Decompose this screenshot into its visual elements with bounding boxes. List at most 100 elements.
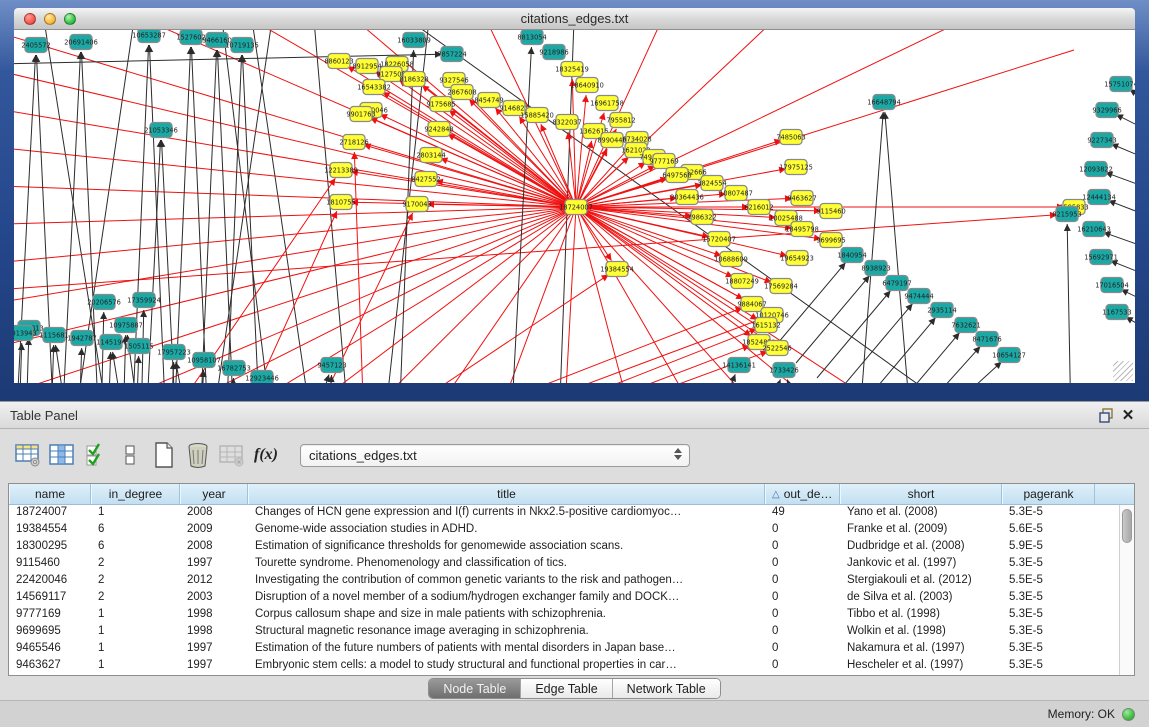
network-node[interactable]: 7955812: [606, 113, 635, 128]
network-node[interactable]: 8427552: [411, 172, 440, 187]
scrollbar-thumb[interactable]: [1122, 509, 1132, 543]
table-row[interactable]: 911546021997Tourette syndrome. Phenomeno…: [9, 556, 1119, 573]
float-panel-icon[interactable]: [1095, 405, 1117, 425]
network-node[interactable]: 8938923: [861, 261, 890, 276]
network-node[interactable]: 2405572: [21, 38, 50, 53]
network-node[interactable]: 10654127: [992, 348, 1026, 363]
delete-column-button[interactable]: [182, 439, 214, 471]
network-node[interactable]: 2935114: [927, 303, 956, 318]
network-node[interactable]: 12923446: [245, 371, 279, 384]
tab-edge-table[interactable]: Edge Table: [521, 679, 612, 698]
network-node[interactable]: 9457123: [317, 358, 346, 373]
network-canvas[interactable]: 1872400718226058891295488601239127508818…: [14, 30, 1135, 383]
network-node[interactable]: 1145194: [96, 335, 125, 350]
column-header-name[interactable]: name: [9, 484, 91, 504]
close-panel-icon[interactable]: ✕: [1117, 405, 1139, 425]
network-node[interactable]: 14136141: [722, 358, 756, 373]
network-node[interactable]: 7485063: [776, 130, 805, 145]
network-node[interactable]: 2718126: [339, 135, 368, 150]
network-node[interactable]: 6479197: [882, 276, 911, 291]
table-row[interactable]: 1456911722003Disruption of a novel membe…: [9, 590, 1119, 607]
network-node[interactable]: 2522546: [762, 341, 791, 356]
network-node[interactable]: 8322037: [552, 115, 581, 130]
network-window-titlebar[interactable]: citations_edges.txt: [14, 8, 1135, 30]
network-node[interactable]: 9474444: [904, 289, 933, 304]
network-node[interactable]: 1115681: [39, 328, 68, 343]
column-header-title[interactable]: title: [248, 484, 765, 504]
network-node[interactable]: 9329966: [1092, 103, 1121, 118]
network-node[interactable]: 1942787: [67, 331, 96, 346]
table-options-button[interactable]: [12, 439, 44, 471]
network-node[interactable]: 2803144: [416, 148, 445, 163]
column-header-out-de-[interactable]: △out_de…: [765, 484, 840, 504]
network-node[interactable]: 17975125: [779, 160, 813, 175]
network-node[interactable]: 8186328: [399, 72, 428, 87]
function-builder-button[interactable]: f(x): [250, 439, 282, 471]
network-node[interactable]: 16961758: [590, 96, 624, 111]
zoom-window-button[interactable]: [64, 13, 76, 25]
network-node[interactable]: 19654923: [780, 251, 814, 266]
column-header-short[interactable]: short: [840, 484, 1002, 504]
network-node[interactable]: 21053346: [144, 123, 178, 138]
close-window-button[interactable]: [24, 13, 36, 25]
network-node[interactable]: 9115460: [816, 204, 845, 219]
table-row[interactable]: 2242004622012Investigating the contribut…: [9, 573, 1119, 590]
network-node[interactable]: 9777169: [649, 154, 678, 169]
network-node[interactable]: 8215953: [1052, 207, 1081, 222]
network-node[interactable]: 9175685: [426, 97, 455, 112]
network-node[interactable]: 9227343: [1087, 133, 1116, 148]
network-node[interactable]: 1615132: [751, 318, 780, 333]
network-node[interactable]: 1527602: [176, 30, 205, 45]
network-node[interactable]: 7857224: [437, 47, 466, 62]
network-node[interactable]: 8813054: [517, 30, 546, 45]
minimize-window-button[interactable]: [44, 13, 56, 25]
network-node[interactable]: 15751074: [1104, 77, 1135, 92]
network-node[interactable]: 1733426: [769, 363, 798, 378]
network-node[interactable]: 1810755: [326, 195, 355, 210]
table-row[interactable]: 946362711997Embryonic stem cells: a mode…: [9, 658, 1119, 675]
network-node[interactable]: 10958107: [187, 353, 221, 368]
import-table-button[interactable]: [216, 439, 248, 471]
network-node[interactable]: 7632621: [951, 318, 980, 333]
show-column-button[interactable]: [46, 439, 78, 471]
network-node[interactable]: 17359924: [127, 293, 161, 308]
network-node[interactable]: 9463627: [787, 191, 816, 206]
network-node[interactable]: 9170043: [402, 197, 431, 212]
table-row[interactable]: 946554611997Estimation of the future num…: [9, 641, 1119, 658]
network-node[interactable]: 2867608: [447, 85, 476, 100]
network-node[interactable]: 6216012: [744, 200, 773, 215]
network-node[interactable]: 7986322: [687, 210, 716, 225]
network-node[interactable]: 9242848: [424, 122, 453, 137]
row-height-button[interactable]: [114, 439, 146, 471]
network-node[interactable]: 19384554: [600, 262, 634, 277]
network-node[interactable]: 6497568: [662, 168, 691, 183]
network-node[interactable]: 8471676: [972, 332, 1001, 347]
network-node[interactable]: 1505115: [124, 339, 153, 354]
network-node[interactable]: 10807487: [719, 186, 753, 201]
network-graph[interactable]: 1872400718226058891295488601239127508818…: [14, 30, 1135, 383]
table-row[interactable]: 1872400712008Changes of HCN gene express…: [9, 505, 1119, 522]
network-node[interactable]: 9901763: [346, 107, 375, 122]
network-node[interactable]: 1840954: [837, 248, 866, 263]
network-node[interactable]: 8860123: [324, 54, 353, 69]
create-column-button[interactable]: [148, 439, 180, 471]
table-row[interactable]: 1830029562008Estimation of significance …: [9, 539, 1119, 556]
table-select-dropdown[interactable]: citations_edges.txt: [300, 444, 690, 467]
select-all-columns-button[interactable]: [80, 439, 112, 471]
network-node[interactable]: 16648794: [867, 95, 901, 110]
column-header-year[interactable]: year: [180, 484, 248, 504]
network-node[interactable]: 10653287: [132, 30, 166, 43]
table-vertical-scrollbar[interactable]: [1119, 505, 1134, 675]
network-node[interactable]: 9913943: [14, 326, 37, 341]
network-node[interactable]: 10975887: [109, 318, 143, 333]
table-row[interactable]: 977716911998Corpus callosum shape and si…: [9, 607, 1119, 624]
tab-node-table[interactable]: Node Table: [429, 679, 521, 698]
network-node[interactable]: 20691406: [64, 35, 98, 50]
table-row[interactable]: 969969511998Structural magnetic resonanc…: [9, 624, 1119, 641]
network-node[interactable]: 9218986: [539, 45, 568, 60]
column-header-pagerank[interactable]: pagerank: [1002, 484, 1095, 504]
tab-network-table[interactable]: Network Table: [613, 679, 720, 698]
network-node[interactable]: 18640910: [570, 78, 604, 93]
table-row[interactable]: 1938455462009Genome-wide association stu…: [9, 522, 1119, 539]
window-resize-grip[interactable]: [1113, 361, 1133, 381]
